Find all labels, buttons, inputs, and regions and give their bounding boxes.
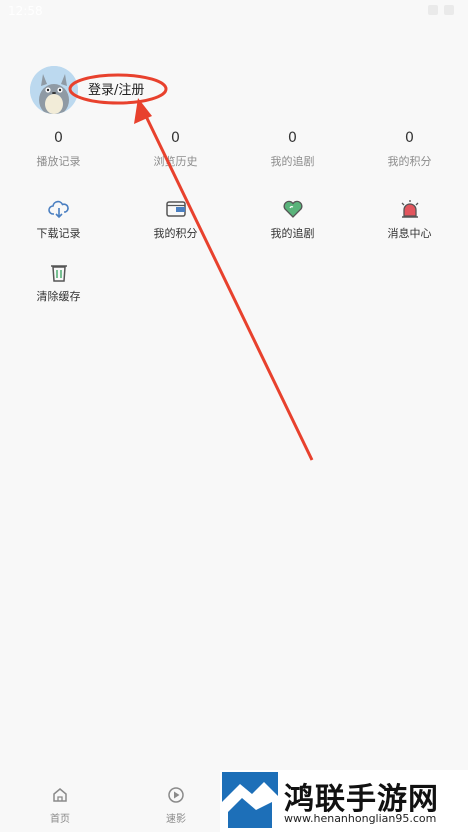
stat-label: 我的积分 — [387, 155, 432, 168]
status-time: 12:58 — [8, 4, 43, 18]
grid-item-clear-cache[interactable]: 清除缓存 — [0, 262, 117, 304]
tab-label: 首页 — [50, 814, 70, 825]
battery-icon — [444, 5, 454, 15]
play-circle-icon — [168, 787, 184, 803]
heart-icon — [283, 200, 302, 218]
watermark: 鸿联手游网 www.henanhonglian95.com — [220, 770, 468, 832]
login-register-link[interactable]: 登录/注册 — [88, 79, 144, 98]
grid-item-follows[interactable]: 我的追剧 — [234, 199, 351, 241]
stat-label: 播放记录 — [36, 155, 81, 168]
watermark-logo-icon — [222, 772, 278, 828]
status-bar: 12:58 — [0, 0, 468, 24]
tab-home[interactable]: 首页 — [40, 786, 80, 825]
tab-suying[interactable]: 速影 — [156, 786, 196, 825]
stat-my-points[interactable]: 0 我的积分 — [351, 130, 468, 169]
grid-item-label: 消息中心 — [387, 227, 432, 240]
stat-value: 0 — [171, 130, 180, 146]
totoro-avatar-icon — [30, 66, 78, 114]
grid-item-label: 我的积分 — [153, 227, 198, 240]
grid-item-points[interactable]: 我的积分 — [117, 199, 234, 241]
stat-value: 0 — [54, 130, 63, 146]
grid-item-label: 我的追剧 — [270, 227, 315, 240]
stat-label: 我的追剧 — [270, 155, 315, 168]
annotation-overlay — [68, 73, 314, 461]
wifi-icon — [428, 5, 438, 15]
cloud-download-icon — [47, 200, 69, 219]
watermark-url: www.henanhonglian95.com — [284, 812, 437, 825]
home-icon — [53, 788, 67, 802]
avatar[interactable] — [30, 66, 78, 114]
stat-play-history[interactable]: 0 播放记录 — [0, 130, 117, 169]
watermark-logo — [222, 772, 278, 828]
wallet-icon — [165, 201, 186, 217]
trash-icon — [50, 265, 67, 282]
grid-item-label: 清除缓存 — [36, 290, 81, 303]
stat-browse-history[interactable]: 0 浏览历史 — [117, 130, 234, 169]
stat-value: 0 — [288, 130, 297, 146]
grid-item-downloads[interactable]: 下载记录 — [0, 199, 117, 241]
alarm-icon — [401, 200, 418, 218]
annotation-arrowhead — [134, 98, 152, 124]
stat-label: 浏览历史 — [153, 155, 198, 168]
tab-label: 速影 — [166, 814, 186, 825]
grid-item-label: 下载记录 — [36, 227, 81, 240]
stat-my-follows[interactable]: 0 我的追剧 — [234, 130, 351, 169]
stat-value: 0 — [405, 130, 414, 146]
status-icons — [428, 5, 454, 15]
grid-item-messages[interactable]: 消息中心 — [351, 199, 468, 241]
